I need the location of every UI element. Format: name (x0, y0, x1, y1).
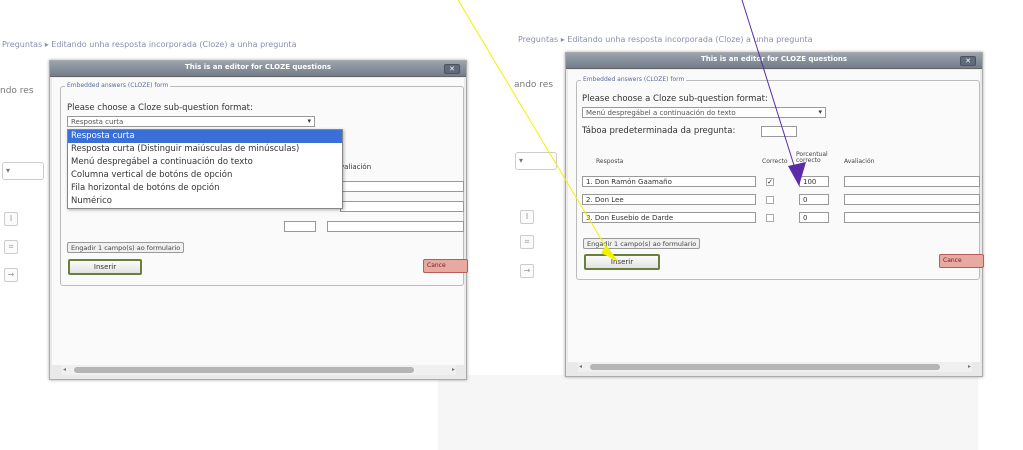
purple-arrowhead-icon (788, 162, 806, 186)
yellow-annotation-arrow (457, 0, 611, 255)
purple-annotation-arrow (741, 0, 799, 179)
yellow-arrowhead-icon (601, 245, 619, 262)
annotation-overlay (457, 0, 806, 262)
